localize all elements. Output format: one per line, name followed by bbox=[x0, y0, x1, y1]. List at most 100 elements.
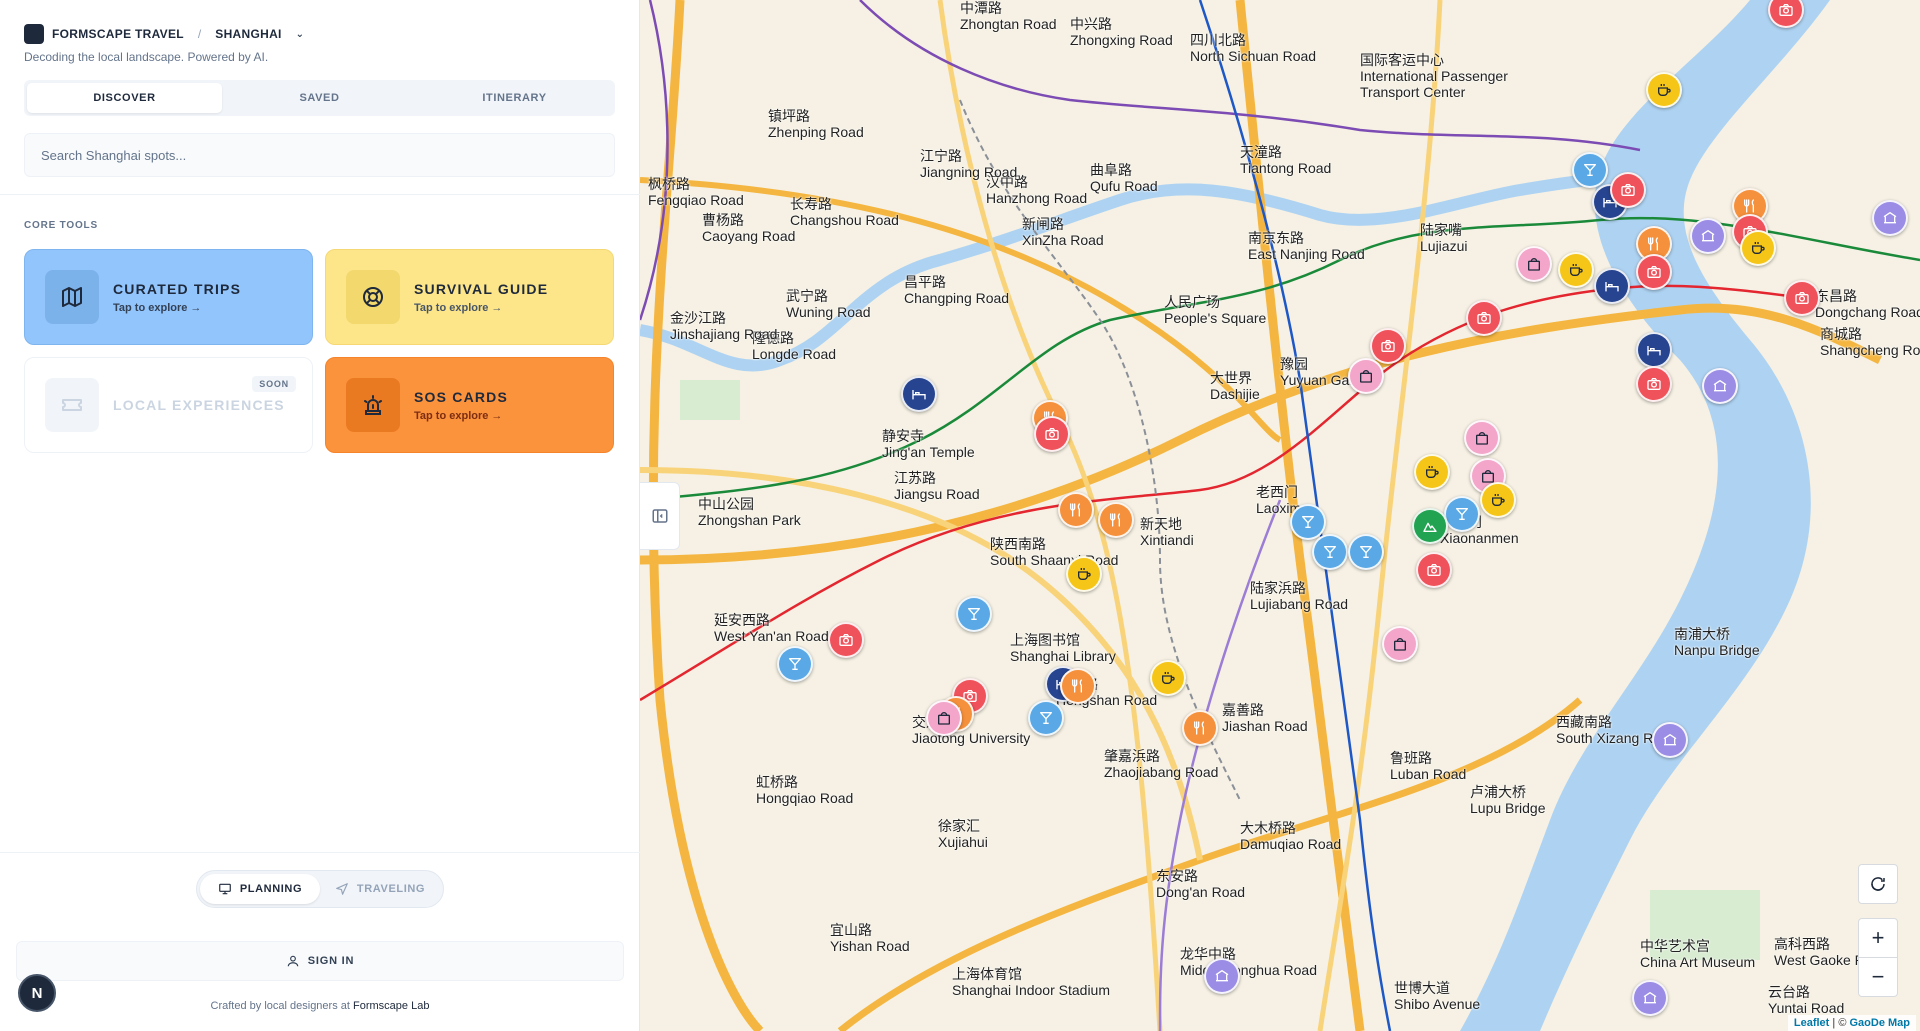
map-label: 虹桥路 Hongqiao Road bbox=[756, 774, 854, 806]
food-icon bbox=[1068, 502, 1084, 518]
bar-marker[interactable] bbox=[1290, 504, 1326, 540]
bar-marker[interactable] bbox=[1572, 152, 1608, 188]
shop-marker[interactable] bbox=[1348, 358, 1384, 394]
map-label: 枫桥路 Fengqiao Road bbox=[648, 176, 744, 208]
photo-marker[interactable] bbox=[1636, 366, 1672, 402]
photo-icon bbox=[838, 632, 854, 648]
landmark-marker[interactable] bbox=[1652, 722, 1688, 758]
map-label: 商城路Shangcheng Road bbox=[1820, 326, 1920, 358]
zoom-in-button[interactable]: + bbox=[1858, 918, 1898, 958]
bar-icon bbox=[1038, 710, 1054, 726]
survival-guide-card[interactable]: SURVIVAL GUIDE Tap to explore → bbox=[325, 249, 614, 345]
bar-icon bbox=[1358, 544, 1374, 560]
food-icon bbox=[1108, 512, 1124, 528]
food-marker[interactable] bbox=[1098, 502, 1134, 538]
landmark-marker[interactable] bbox=[1872, 200, 1908, 236]
map-label: 嘉善路 Jiashan Road bbox=[1222, 702, 1308, 734]
leaflet-link[interactable]: Leaflet bbox=[1794, 1017, 1829, 1029]
shop-marker[interactable] bbox=[1382, 626, 1418, 662]
landmark-marker[interactable] bbox=[1690, 218, 1726, 254]
planning-mode-button[interactable]: PLANNING bbox=[200, 874, 320, 904]
map-label: 人民广场 People's Square bbox=[1164, 294, 1267, 326]
map-label: 上海图书馆 Shanghai Library bbox=[1010, 632, 1116, 664]
refresh-icon bbox=[1871, 877, 1885, 891]
credit-lab-link[interactable]: Formscape Lab bbox=[353, 1000, 429, 1012]
refresh-button[interactable] bbox=[1858, 864, 1898, 904]
photo-marker[interactable] bbox=[1784, 280, 1820, 316]
bar-marker[interactable] bbox=[956, 596, 992, 632]
brand-name: FORMSCAPE TRAVEL bbox=[52, 27, 184, 41]
bar-marker[interactable] bbox=[1348, 534, 1384, 570]
food-marker[interactable] bbox=[1058, 492, 1094, 528]
photo-marker[interactable] bbox=[1636, 254, 1672, 290]
cafe-marker[interactable] bbox=[1740, 230, 1776, 266]
tagline: Decoding the local landscape. Powered by… bbox=[24, 50, 269, 64]
photo-marker[interactable] bbox=[1370, 328, 1406, 364]
soon-badge: SOON bbox=[252, 376, 296, 392]
food-marker[interactable] bbox=[1182, 710, 1218, 746]
map-label: 东昌路 Dongchang Road bbox=[1815, 288, 1920, 320]
curated-trips-card[interactable]: CURATED TRIPS Tap to explore → bbox=[24, 249, 313, 345]
photo-marker[interactable] bbox=[1416, 552, 1452, 588]
food-marker[interactable] bbox=[1060, 668, 1096, 704]
photo-marker[interactable] bbox=[1466, 300, 1502, 336]
cafe-marker[interactable] bbox=[1480, 482, 1516, 518]
map-label: 江苏路 Jiangsu Road bbox=[894, 470, 980, 502]
sos-cards-card[interactable]: SOS CARDS Tap to explore → bbox=[325, 357, 614, 453]
shop-marker[interactable] bbox=[926, 700, 962, 736]
bar-marker[interactable] bbox=[777, 646, 813, 682]
park-marker[interactable] bbox=[1412, 508, 1448, 544]
bar-marker[interactable] bbox=[1312, 534, 1348, 570]
tab-saved[interactable]: SAVED bbox=[222, 83, 417, 113]
gaode-link[interactable]: GaoDe Map bbox=[1849, 1017, 1910, 1029]
shop-icon bbox=[1392, 636, 1408, 652]
tab-discover[interactable]: DISCOVER bbox=[27, 83, 222, 113]
search-input[interactable] bbox=[24, 133, 615, 177]
hotel-icon bbox=[1646, 342, 1662, 358]
card-subtitle: Tap to explore → bbox=[113, 301, 202, 314]
sidebar-collapse-button[interactable] bbox=[640, 482, 680, 550]
user-icon bbox=[287, 955, 298, 967]
cafe-marker[interactable] bbox=[1414, 454, 1450, 490]
photo-marker[interactable] bbox=[1034, 416, 1070, 452]
map-label: 宜山路 Yishan Road bbox=[830, 922, 910, 954]
cafe-marker[interactable] bbox=[1646, 72, 1682, 108]
landmark-marker[interactable] bbox=[1632, 980, 1668, 1016]
map-label: 陆家浜路 Lujiabang Road bbox=[1250, 580, 1349, 612]
photo-icon bbox=[1646, 264, 1662, 280]
shop-marker[interactable] bbox=[1516, 246, 1552, 282]
hotel-marker[interactable] bbox=[901, 376, 937, 412]
bar-icon bbox=[787, 656, 803, 672]
sign-in-button[interactable]: SIGN IN bbox=[16, 941, 624, 981]
map-attribution: Leaflet | © GaoDe Map bbox=[1787, 1015, 1916, 1031]
avatar[interactable]: N bbox=[18, 974, 56, 1012]
cafe-marker[interactable] bbox=[1066, 556, 1102, 592]
city-selector[interactable]: SHANGHAI ⌄ bbox=[215, 27, 304, 41]
lifebuoy-icon bbox=[346, 270, 400, 324]
photo-marker[interactable] bbox=[1610, 172, 1646, 208]
cafe-marker[interactable] bbox=[1558, 252, 1594, 288]
bar-marker[interactable] bbox=[1028, 700, 1064, 736]
map-view[interactable]: 中兴路 Zhongxing Road 四川北路 North Sichuan Road… bbox=[640, 0, 1920, 1031]
landmark-marker[interactable] bbox=[1702, 368, 1738, 404]
city-label: SHANGHAI bbox=[215, 27, 282, 41]
tab-itinerary[interactable]: ITINERARY bbox=[417, 83, 612, 113]
food-icon bbox=[1742, 198, 1758, 214]
map-label: 徐家汇 Xujiahui bbox=[938, 818, 988, 850]
photo-marker[interactable] bbox=[828, 622, 864, 658]
map-label: 四川北路 North Sichuan Road bbox=[1190, 32, 1317, 64]
hotel-marker[interactable] bbox=[1636, 332, 1672, 368]
zoom-out-button[interactable]: − bbox=[1858, 957, 1898, 997]
traveling-mode-button[interactable]: TRAVELING bbox=[320, 874, 440, 904]
bar-marker[interactable] bbox=[1444, 496, 1480, 532]
park-icon bbox=[1422, 518, 1438, 534]
credit-prefix: Crafted by local designers at bbox=[210, 1000, 350, 1012]
hotel-marker[interactable] bbox=[1594, 268, 1630, 304]
map-label: 陕西南路 South Shaanxi Road bbox=[990, 536, 1119, 568]
photo-icon bbox=[1778, 2, 1794, 18]
cafe-marker[interactable] bbox=[1150, 660, 1186, 696]
landmark-marker[interactable] bbox=[1204, 958, 1240, 994]
card-title: SURVIVAL GUIDE bbox=[414, 280, 549, 297]
sidebar: FORMSCAPE TRAVEL / SHANGHAI ⌄ Decoding t… bbox=[0, 0, 640, 1031]
shop-marker[interactable] bbox=[1464, 420, 1500, 456]
